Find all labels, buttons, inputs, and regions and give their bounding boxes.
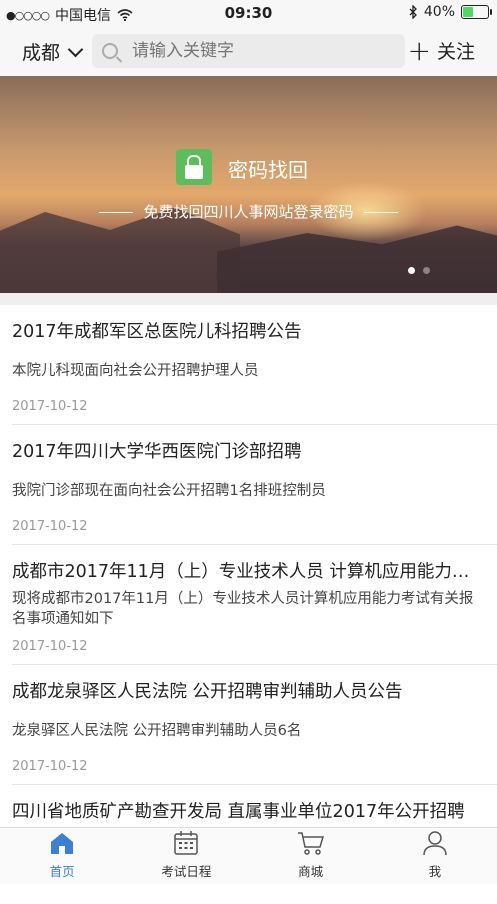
news-item[interactable]: 2017年成都军区总医院儿科招聘公告 本院儿科现面向社会公开招聘护理人员 201…: [12, 305, 497, 425]
tab-schedule[interactable]: 考试日程: [124, 828, 248, 884]
news-title: 2017年四川大学华西医院门诊部招聘: [12, 442, 302, 462]
status-bar: ●○○○○ 中国电信 09:30 40%: [0, 0, 497, 26]
battery-fill: [463, 7, 473, 17]
news-item[interactable]: 成都市2017年11月（上）专业技术人员 计算机应用能力考试有关报名事项通知如下…: [12, 545, 497, 665]
banner-carousel[interactable]: 密码找回 免费找回四川人事网站登录密码: [0, 76, 497, 293]
news-desc: 本院儿科现面向社会公开招聘护理人员: [12, 363, 259, 379]
search-bar[interactable]: [92, 34, 405, 68]
bluetooth-icon: [409, 5, 417, 19]
news-title: 成都龙泉驿区人民法院 公开招聘审判辅助人员公告: [12, 682, 403, 702]
news-date: 2017-10-12: [12, 399, 88, 414]
tab-mall[interactable]: 商城: [249, 828, 373, 884]
news-title: 2017年成都军区总医院儿科招聘公告: [12, 322, 302, 342]
banner-subtitle: 免费找回四川人事网站登录密码: [0, 201, 497, 222]
page-indicator[interactable]: [408, 267, 430, 274]
tab-bar: 首页 考试日程 商城 我: [0, 827, 497, 884]
news-desc: 龙泉驿区人民法院 公开招聘审判辅助人员6名: [12, 723, 302, 739]
chevron-down-icon: [67, 41, 84, 57]
news-date: 2017-10-12: [12, 519, 88, 534]
banner-subtitle-text: 免费找回四川人事网站登录密码: [143, 203, 354, 221]
lock-icon: [176, 149, 212, 185]
home-icon: [51, 833, 74, 854]
battery-percent: 40%: [423, 4, 455, 20]
divider-line: [98, 212, 133, 213]
news-title: 成都市2017年11月（上）专业技术人员 计算机应用能力考试有关报名事项通知如下: [12, 562, 482, 582]
tab-label: 考试日程: [161, 864, 212, 879]
tab-label: 商城: [298, 864, 324, 879]
section-divider: [0, 293, 497, 305]
follow-label: 关注: [436, 41, 475, 63]
tab-home[interactable]: 首页: [0, 828, 124, 884]
profile-icon: [423, 831, 447, 856]
city-selector[interactable]: 成都: [22, 38, 84, 65]
city-label: 成都: [22, 42, 61, 64]
top-nav-bar: 成都 + 关注: [0, 26, 497, 76]
news-item[interactable]: 2017年四川大学华西医院门诊部招聘 我院门诊部现在面向社会公开招聘1名排班控制…: [12, 425, 497, 545]
news-list: 2017年成都军区总医院儿科招聘公告 本院儿科现面向社会公开招聘护理人员 201…: [0, 305, 497, 904]
plus-icon: +: [407, 33, 431, 67]
follow-button[interactable]: + 关注: [407, 33, 475, 67]
news-title: 四川省地质矿产勘查开发局 直属事业单位2017年公开招聘: [12, 802, 465, 822]
search-input[interactable]: [130, 40, 394, 62]
tab-me[interactable]: 我: [373, 828, 497, 884]
news-item[interactable]: 成都龙泉驿区人民法院 公开招聘审判辅助人员公告 龙泉驿区人民法院 公开招聘审判辅…: [12, 665, 497, 785]
tab-label: 我: [428, 864, 442, 879]
page-dot[interactable]: [408, 267, 415, 274]
page-dot[interactable]: [423, 267, 430, 274]
news-desc: 我院门诊部现在面向社会公开招聘1名排班控制员: [12, 483, 326, 499]
divider-line: [364, 212, 399, 213]
tab-label: 首页: [49, 864, 75, 879]
news-date: 2017-10-12: [12, 639, 88, 654]
battery-icon: [461, 5, 492, 19]
banner-title: 密码找回: [228, 158, 308, 182]
news-date: 2017-10-12: [12, 759, 88, 774]
calendar-icon: [174, 831, 199, 855]
search-icon: [102, 43, 118, 59]
news-desc: 现将成都市2017年11月（上）专业技术人员计算机应用能力考试有关报名事项通知如…: [12, 591, 474, 627]
cart-icon: [297, 832, 324, 855]
